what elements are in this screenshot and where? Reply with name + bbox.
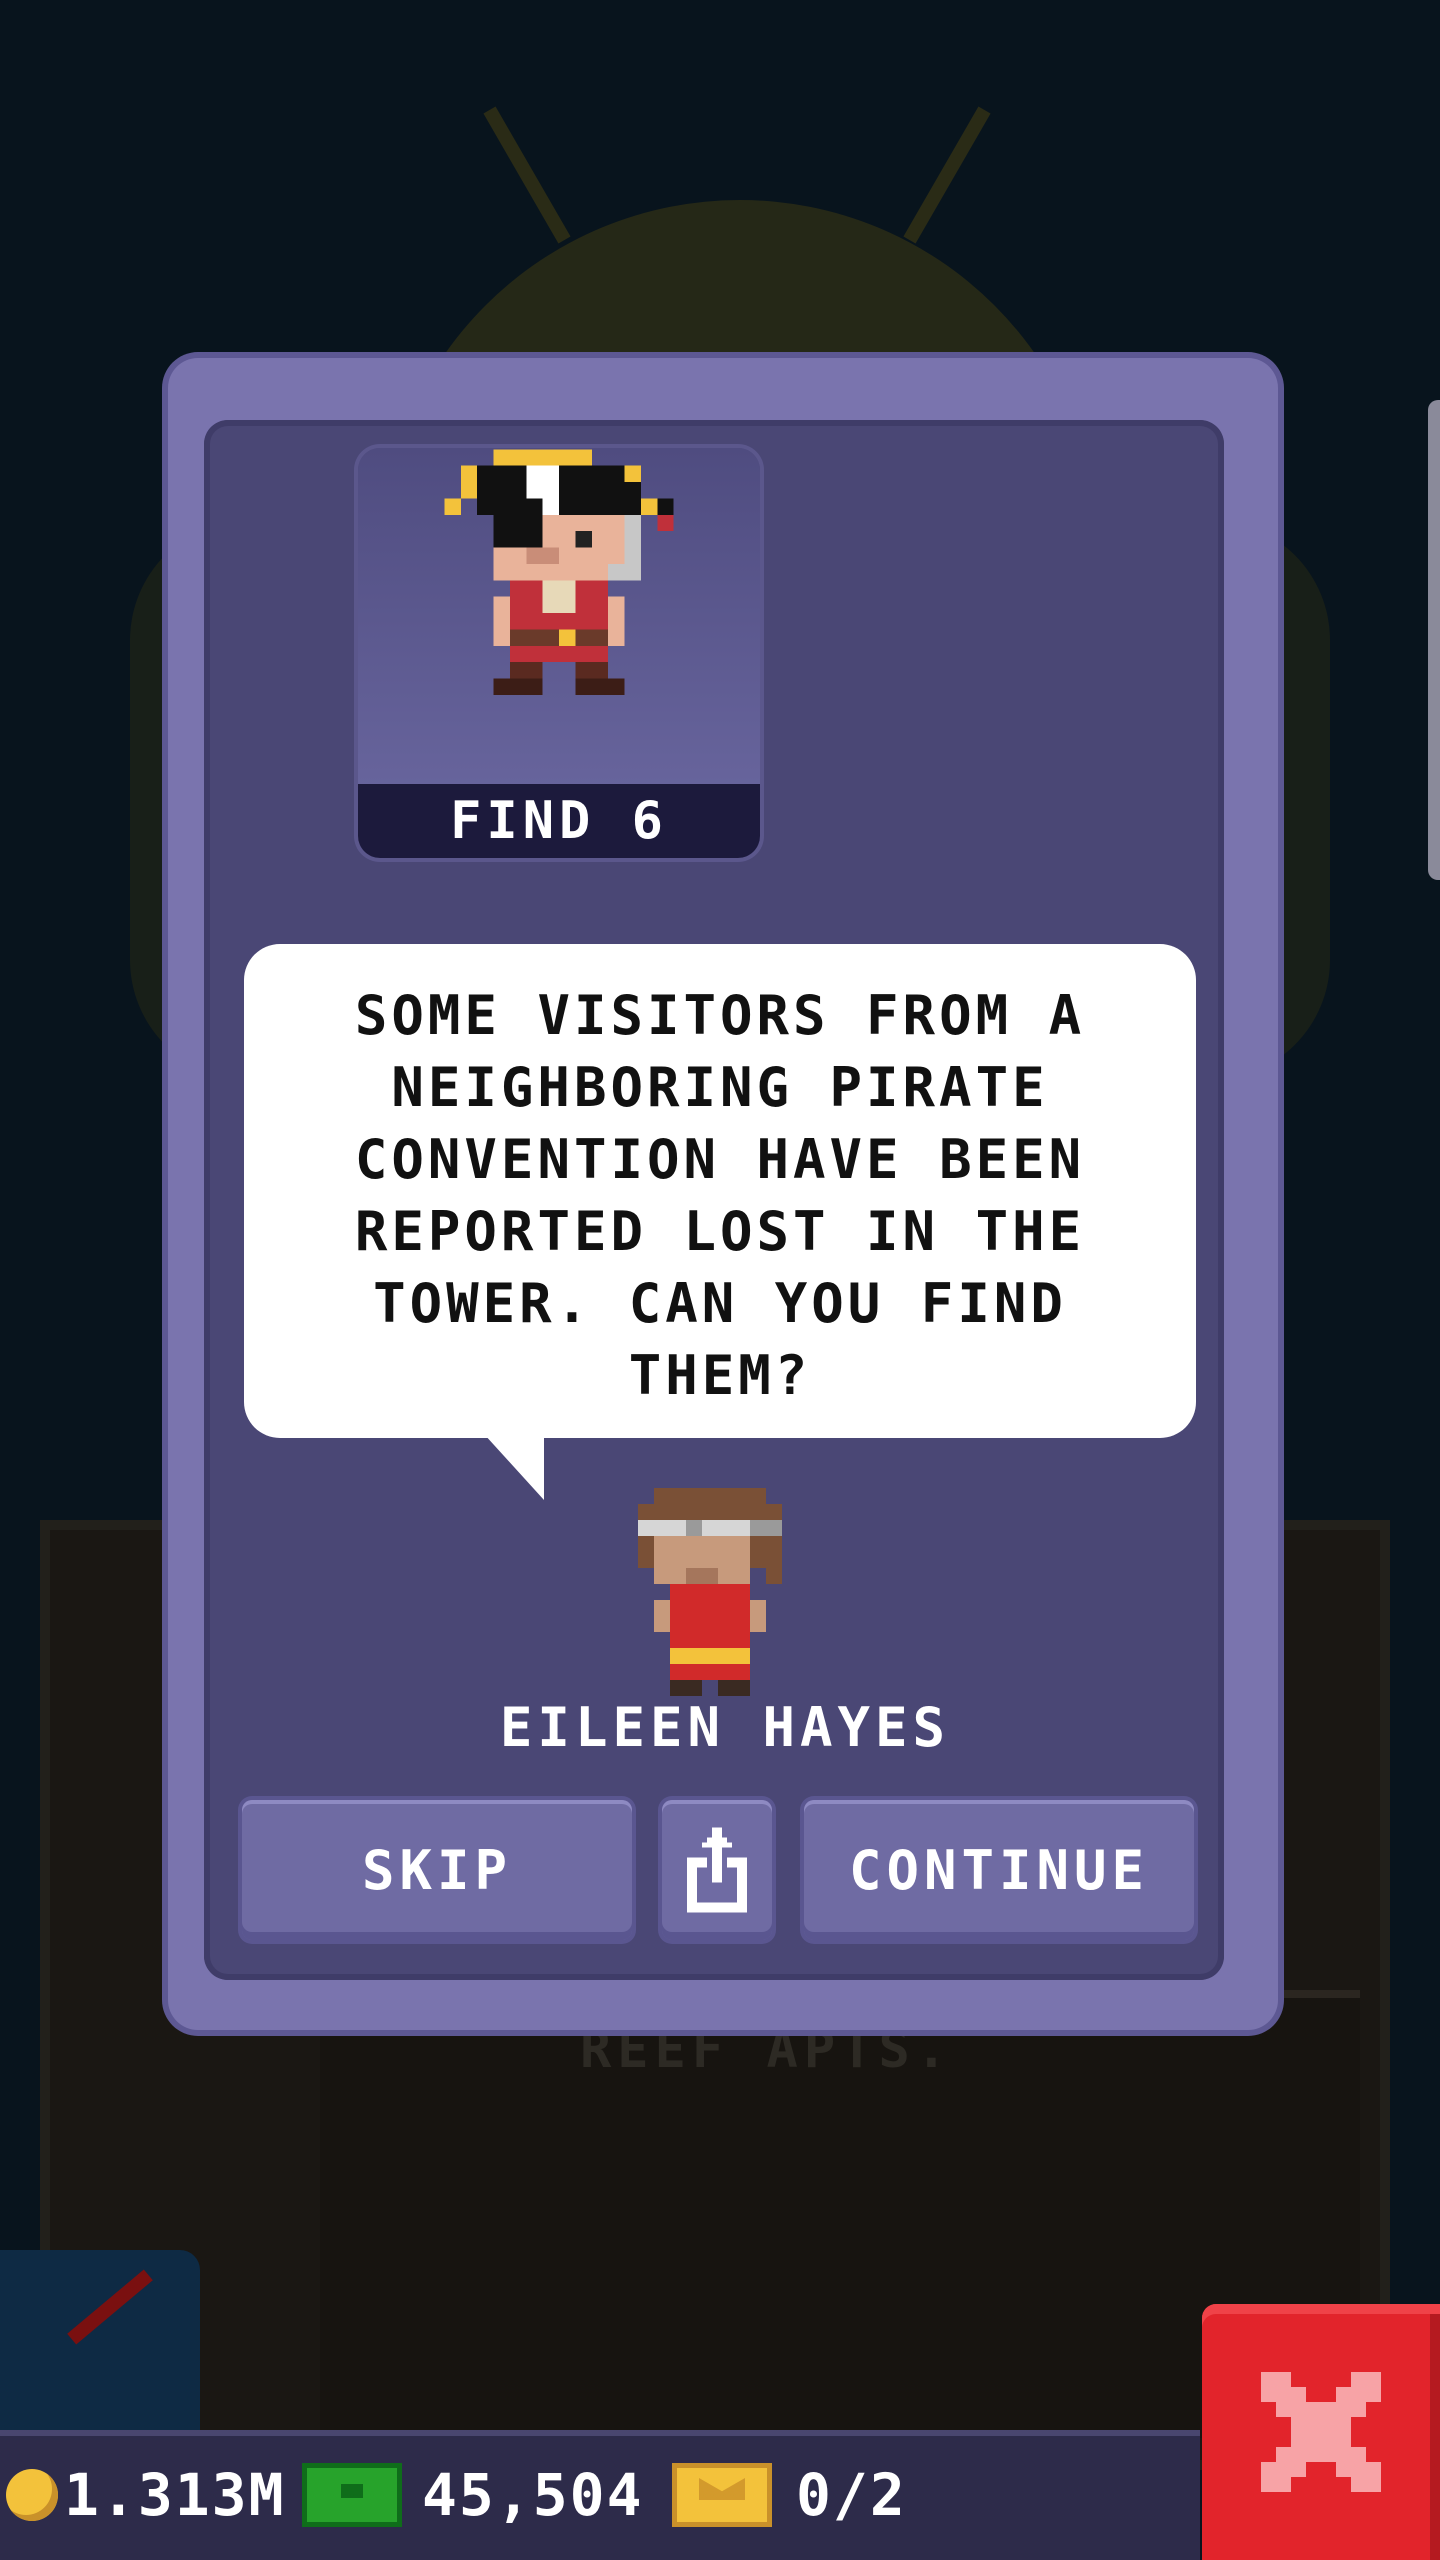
coin-icon (6, 2469, 58, 2521)
share-button[interactable] (662, 1800, 772, 1940)
skip-button-label: SKIP (361, 1838, 513, 1902)
tickets-value: 0/2 (796, 2461, 907, 2529)
bux-value: 45,504 (422, 2461, 644, 2529)
skip-button[interactable]: SKIP (242, 1800, 632, 1940)
speaker-name: EILEEN HAYES (499, 1696, 951, 1759)
arrow-icon (67, 2269, 153, 2345)
mission-card: FIND 6 (358, 448, 760, 858)
bg-antenna-right (903, 106, 991, 244)
mission-objective-banner: FIND 6 (358, 784, 760, 858)
coins-value: 1.313M (64, 2461, 286, 2529)
coins-counter: 1.313M (6, 2460, 286, 2530)
currency-status-bar: 1.313M 45,504 0/2 (0, 2430, 1200, 2560)
speech-bubble-tail (484, 1434, 544, 1500)
bg-antenna-left (483, 106, 571, 244)
share-icon (687, 1827, 747, 1913)
bg-tool-button (0, 2250, 200, 2430)
close-icon (1261, 2372, 1381, 2492)
pirate-character-icon (444, 449, 674, 695)
speech-text: SOME VISITORS FROM A NEIGHBORING PIRATE … (354, 984, 1086, 1407)
bitizen-avatar-icon (638, 1488, 782, 1696)
bux-counter: 45,504 (302, 2460, 644, 2530)
close-button[interactable] (1202, 2304, 1440, 2560)
ticket-icon (672, 2463, 772, 2527)
tickets-counter: 0/2 (672, 2460, 907, 2530)
bg-side-panel-edge (1428, 400, 1440, 880)
bux-icon (302, 2463, 402, 2527)
continue-button[interactable]: CONTINUE (804, 1800, 1194, 1940)
continue-button-label: CONTINUE (848, 1838, 1150, 1902)
speech-bubble: SOME VISITORS FROM A NEIGHBORING PIRATE … (244, 944, 1196, 1500)
